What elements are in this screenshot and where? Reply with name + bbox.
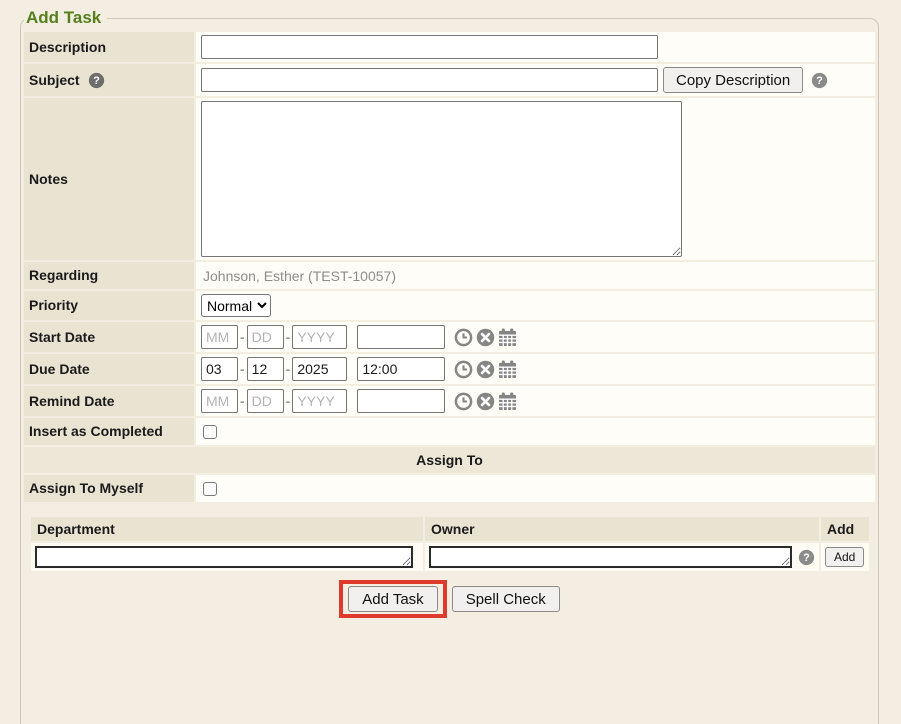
remind-year-input[interactable] [292,389,347,413]
subject-help-icon[interactable]: ? [88,72,105,89]
due-month-input[interactable] [201,357,238,381]
start-date-row: Start Date - - [24,322,875,352]
insert-completed-label: Insert as Completed [24,418,194,445]
assign-table: Department Owner Add ? Add [31,517,869,571]
subject-copy-help-icon[interactable]: ? [811,72,828,89]
owner-header: Owner [425,517,819,541]
owner-help-icon[interactable]: ? [798,549,815,566]
remind-clear-icon[interactable] [476,392,495,411]
assign-table-input-row: ? Add [31,543,869,571]
start-year-input[interactable] [292,325,347,349]
due-day-input[interactable] [247,357,284,381]
regarding-row: Regarding Johnson, Esther (TEST-10057) [24,262,875,289]
due-time-input[interactable] [357,357,445,381]
notes-label: Notes [24,98,194,260]
add-task-form: Add Task Description Subject ? Copy Desc… [20,8,879,724]
remind-calendar-icon[interactable] [498,392,517,411]
notes-row: Notes [24,98,875,260]
date-separator: - [286,393,291,409]
assign-myself-row: Assign To Myself [24,475,875,502]
due-clear-icon[interactable] [476,360,495,379]
due-date-row: Due Date - - [24,354,875,384]
add-task-highlight-box: Add Task [339,580,446,618]
priority-label: Priority [24,291,194,320]
due-year-input[interactable] [292,357,347,381]
remind-month-input[interactable] [201,389,238,413]
date-separator: - [240,393,245,409]
spell-check-button[interactable]: Spell Check [452,586,560,612]
date-separator: - [240,361,245,377]
start-date-label: Start Date [24,322,194,352]
start-clock-icon[interactable] [454,328,473,347]
insert-completed-checkbox[interactable] [203,425,217,439]
assign-to-section-header: Assign To [24,447,875,473]
due-calendar-icon[interactable] [498,360,517,379]
priority-select[interactable]: Normal [201,294,271,317]
assign-myself-label: Assign To Myself [24,475,194,502]
remind-date-row: Remind Date - - [24,386,875,416]
footer-actions: Add Task Spell Check [24,580,875,618]
date-separator: - [286,329,291,345]
assign-to-banner-row: Assign To [24,447,875,473]
start-month-input[interactable] [201,325,238,349]
insert-completed-row: Insert as Completed [24,418,875,445]
description-row: Description [24,32,875,62]
department-header: Department [31,517,423,541]
priority-row: Priority Normal [24,291,875,320]
start-calendar-icon[interactable] [498,328,517,347]
department-input[interactable] [35,546,413,568]
due-date-label: Due Date [24,354,194,384]
page-title: Add Task [24,8,107,28]
svg-text:?: ? [803,552,810,564]
regarding-label: Regarding [24,262,194,289]
assign-myself-checkbox[interactable] [203,482,217,496]
owner-input[interactable] [429,546,792,568]
start-time-input[interactable] [357,325,445,349]
start-day-input[interactable] [247,325,284,349]
assign-table-header-row: Department Owner Add [31,517,869,541]
add-task-button[interactable]: Add Task [348,586,437,612]
description-input[interactable] [201,35,658,59]
date-separator: - [286,361,291,377]
start-clear-icon[interactable] [476,328,495,347]
add-owner-button[interactable]: Add [825,547,864,567]
remind-clock-icon[interactable] [454,392,473,411]
notes-textarea[interactable] [201,101,682,257]
remind-date-label: Remind Date [24,386,194,416]
svg-text:?: ? [816,75,823,87]
form-table: Description Subject ? Copy Description ? [24,32,875,502]
regarding-value: Johnson, Esther (TEST-10057) [201,268,396,284]
svg-text:?: ? [93,75,100,87]
remind-time-input[interactable] [357,389,445,413]
subject-input[interactable] [201,68,658,92]
copy-description-button[interactable]: Copy Description [663,67,803,93]
date-separator: - [240,329,245,345]
remind-day-input[interactable] [247,389,284,413]
add-header: Add [821,517,869,541]
subject-label: Subject [29,72,80,89]
subject-row: Subject ? Copy Description ? [24,64,875,96]
description-label: Description [24,32,194,62]
due-clock-icon[interactable] [454,360,473,379]
